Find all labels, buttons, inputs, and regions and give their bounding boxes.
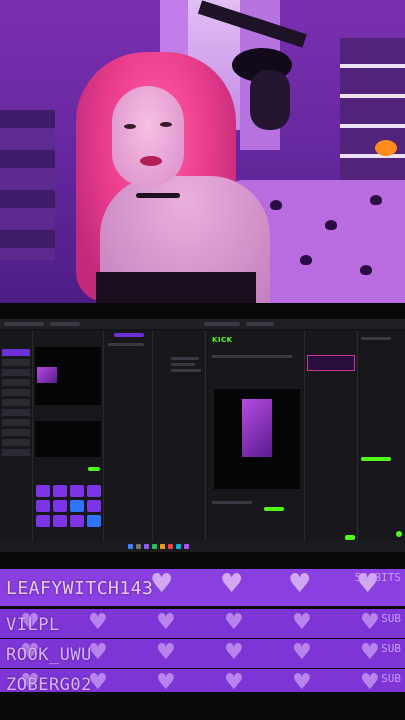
action-button[interactable] [53, 500, 67, 512]
action-button[interactable] [36, 485, 50, 497]
sidebar-item[interactable] [2, 409, 30, 416]
streamer-face [112, 86, 184, 186]
sidebar-item[interactable] [2, 429, 30, 436]
webcam-feed [0, 0, 405, 303]
kick-chat [305, 331, 358, 541]
sidebar-item[interactable] [2, 439, 30, 446]
taskbar-icon[interactable] [176, 544, 181, 549]
status-pill [88, 467, 100, 471]
shelf-left [0, 110, 55, 260]
taskbar-icon[interactable] [168, 544, 173, 549]
alert-username: VILPL [6, 615, 60, 635]
sidebar-item[interactable] [2, 449, 30, 456]
action-button[interactable] [87, 515, 101, 527]
eye-right [160, 122, 172, 127]
pumpkin-decoration [375, 140, 397, 156]
stream-preview [35, 347, 101, 405]
alert-type: SUB [381, 642, 401, 655]
chat-panel-left [104, 331, 153, 541]
action-button[interactable] [87, 485, 101, 497]
black-top [96, 272, 256, 303]
dashboard-sidebar [0, 331, 33, 541]
sidebar-item[interactable] [2, 359, 30, 366]
chat-highlight [307, 355, 355, 371]
kick-status-pill [264, 507, 284, 511]
kick-online-dot [396, 531, 402, 537]
taskbar-icon[interactable] [184, 544, 189, 549]
screen-capture: KICK [0, 319, 405, 552]
bottom-strip [0, 692, 405, 720]
alert-amount: 53 BITS [354, 571, 401, 584]
sub-alert: ♥ ♥ ♥ ♥ ♥ ♥ VILPL SUB [0, 609, 405, 638]
kick-sidebar [358, 331, 405, 541]
microphone-icon [250, 70, 290, 130]
panel-button[interactable] [114, 333, 144, 337]
action-button[interactable] [53, 515, 67, 527]
lips [140, 156, 162, 166]
taskbar-icon[interactable] [128, 544, 133, 549]
kick-dashboard: KICK [206, 331, 305, 541]
video-preview [35, 421, 101, 457]
sidebar-item[interactable] [2, 369, 30, 376]
divider-strip [0, 303, 405, 319]
chat-panel-middle [153, 331, 206, 541]
sidebar-item[interactable] [2, 349, 30, 356]
alert-username: LEAFYWITCH143 [6, 578, 154, 599]
browser-tabbar [0, 319, 405, 329]
taskbar-icon[interactable] [152, 544, 157, 549]
action-button[interactable] [53, 485, 67, 497]
chat-send-button[interactable] [345, 535, 355, 540]
action-button[interactable] [36, 500, 50, 512]
action-button-grid [36, 485, 101, 537]
alert-type: SUB [381, 672, 401, 685]
action-button[interactable] [70, 485, 84, 497]
action-button[interactable] [70, 500, 84, 512]
sidebar-item[interactable] [2, 399, 30, 406]
action-button[interactable] [36, 515, 50, 527]
taskbar-icon[interactable] [136, 544, 141, 549]
sidebar-item[interactable] [2, 379, 30, 386]
kick-stream-preview [214, 389, 300, 489]
sidebar-item[interactable] [2, 389, 30, 396]
os-taskbar [0, 541, 405, 552]
taskbar-icon[interactable] [144, 544, 149, 549]
eye-left [124, 124, 136, 129]
alert-username: ROOK_UWU [6, 645, 92, 665]
kick-logo: KICK [212, 336, 233, 344]
heart-icon: ♥ ♥ ♥ ♥ ♥ ♥ [20, 610, 380, 635]
action-button[interactable] [70, 515, 84, 527]
sidebar-item[interactable] [2, 419, 30, 426]
kick-action-button[interactable] [361, 457, 391, 461]
bits-alert: ♥ ♥ ♥ ♥ LEAFYWITCH143 53 BITS [0, 569, 405, 606]
recent-events-list: ♥ ♥ ♥ ♥ LEAFYWITCH143 53 BITS ♥ ♥ ♥ ♥ ♥ … [0, 569, 405, 699]
choker-necklace [136, 193, 180, 198]
sub-alert: ♥ ♥ ♥ ♥ ♥ ♥ ROOK_UWU SUB [0, 639, 405, 668]
action-button[interactable] [87, 500, 101, 512]
alert-type: SUB [381, 612, 401, 625]
taskbar-icon[interactable] [160, 544, 165, 549]
